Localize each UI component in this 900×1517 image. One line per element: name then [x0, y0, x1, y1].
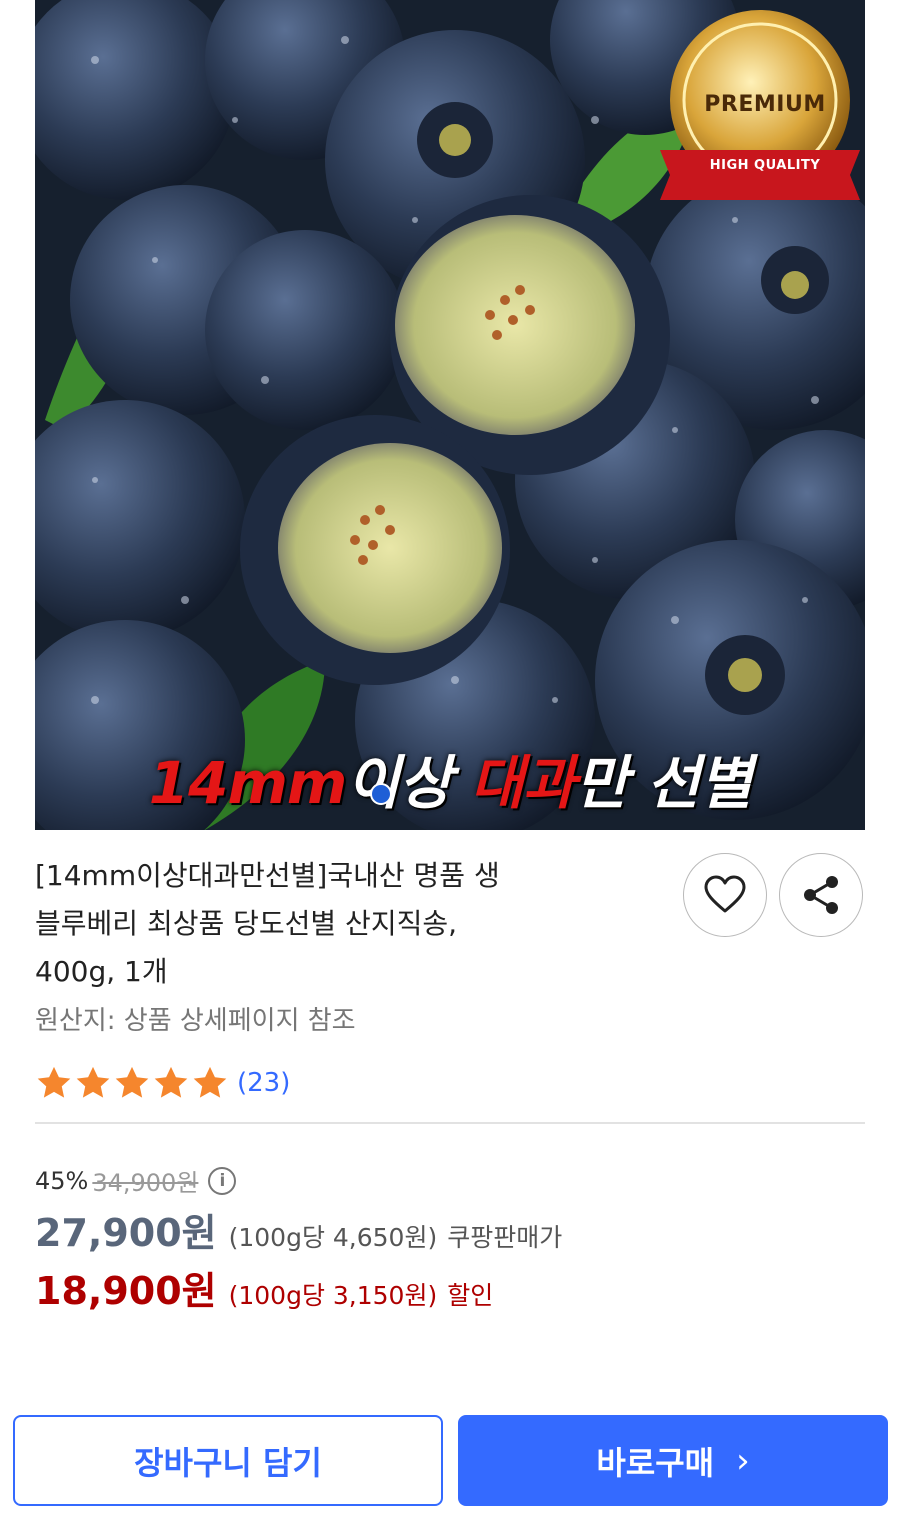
buy-now-button[interactable]: 바로구매 › — [458, 1415, 888, 1506]
product-title-line: 400g, 1개 — [35, 955, 168, 988]
heart-icon — [704, 875, 746, 913]
coupang-price-tag: 쿠팡판매가 — [447, 1223, 563, 1252]
coupang-unit-price: (100g당 4,650원) — [228, 1223, 438, 1252]
chevron-right-icon: › — [736, 1440, 750, 1481]
info-icon[interactable]: i — [208, 1166, 237, 1195]
original-price: 34,900원 — [92, 1169, 199, 1197]
discount-row: 45% 34,900원 i — [35, 1163, 237, 1198]
premium-badge: PREMIUM HIGH QUALITY — [665, 12, 865, 202]
sale-unit-price: (100g당 3,150원) — [228, 1281, 438, 1310]
sale-price: 18,900원 — [35, 1269, 217, 1313]
coupang-price-row: 27,900원 (100g당 4,650원) 쿠팡판매가 — [35, 1202, 562, 1257]
discount-rate: 45% — [35, 1166, 89, 1195]
star-icon — [193, 1066, 227, 1098]
add-to-cart-label: 장바구니 담기 — [134, 1443, 322, 1482]
sale-price-tag: 할인 — [447, 1281, 494, 1310]
premium-badge-ribbon: HIGH QUALITY — [709, 158, 821, 173]
banner-large-fruit: 대과 — [470, 749, 576, 817]
star-icon — [37, 1066, 71, 1098]
review-count-link[interactable]: (23) — [237, 1068, 290, 1098]
product-title-line: 블루베리 최상품 당도선별 산지직송, — [35, 907, 458, 940]
divider — [35, 1122, 865, 1124]
premium-badge-title: PREMIUM — [704, 92, 826, 117]
add-to-cart-button[interactable]: 장바구니 담기 — [13, 1415, 443, 1506]
favorite-button[interactable] — [683, 853, 767, 937]
banner-selected: 만 선별 — [574, 749, 752, 817]
rating[interactable]: (23) — [35, 1063, 290, 1103]
share-icon — [804, 876, 838, 914]
banner-above: 이상 — [346, 749, 471, 817]
product-image[interactable]: PREMIUM HIGH QUALITY 14mm이상 대과만 선별 — [35, 0, 865, 830]
origin-info: 원산지: 상품 상세페이지 참조 — [35, 1006, 356, 1036]
star-icon — [154, 1066, 188, 1098]
sale-price-row: 18,900원 (100g당 3,150원) 할인 — [35, 1260, 493, 1315]
star-icon — [76, 1066, 110, 1098]
image-indicator-dot[interactable] — [370, 783, 392, 805]
star-rating — [35, 1064, 229, 1102]
star-icon — [115, 1066, 149, 1098]
coupang-price: 27,900원 — [35, 1211, 217, 1255]
share-button[interactable] — [779, 853, 863, 937]
buy-now-label: 바로구매 — [596, 1443, 715, 1482]
product-title-line: [14mm이상대과만선별]국내산 명품 생 — [35, 859, 500, 892]
product-title: [14mm이상대과만선별]국내산 명품 생 블루베리 최상품 당도선별 산지직송… — [35, 852, 635, 996]
product-banner: 14mm이상 대과만 선별 — [35, 736, 865, 820]
banner-size: 14mm — [148, 749, 348, 817]
